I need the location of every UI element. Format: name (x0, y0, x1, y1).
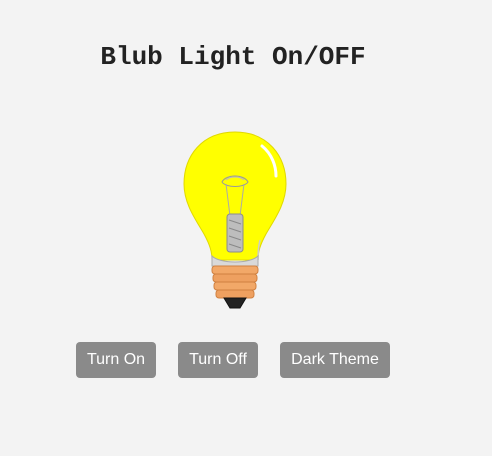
lightbulb-icon (180, 128, 290, 314)
dark-theme-button[interactable]: Dark Theme (280, 342, 390, 378)
page-root: Blub Light On/OFF Turn On Turn Off Dark … (0, 0, 492, 456)
page-title: Blub Light On/OFF (100, 42, 366, 72)
turn-off-button[interactable]: Turn Off (178, 342, 258, 378)
turn-on-button[interactable]: Turn On (76, 342, 156, 378)
